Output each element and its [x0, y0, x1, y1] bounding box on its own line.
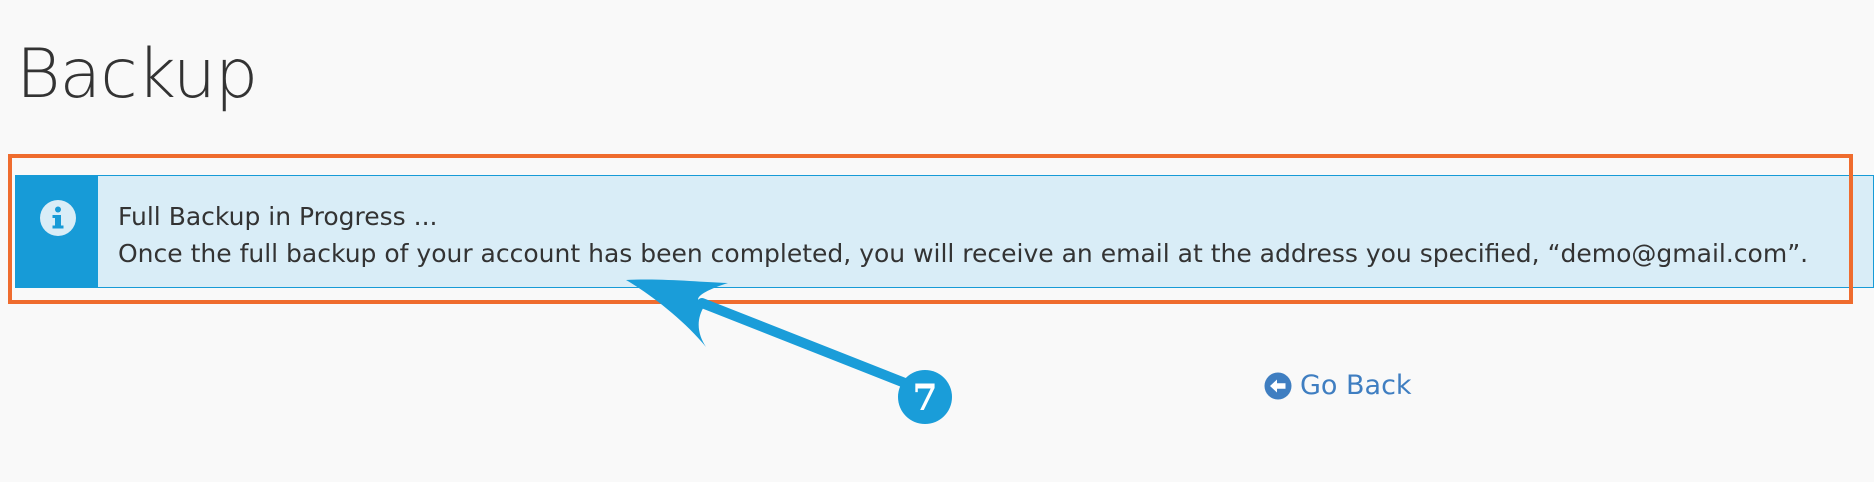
page-title: Backup: [16, 35, 258, 114]
go-back-label: Go Back: [1300, 370, 1412, 401]
page: Backup Full Backup in Progress ... Once …: [0, 0, 1874, 482]
arrow-circle-left-icon: [1264, 372, 1292, 399]
annotation-arrow-shaft: [697, 298, 915, 390]
go-back-link[interactable]: Go Back: [1264, 370, 1412, 401]
highlight-frame: [8, 154, 1853, 304]
step-badge-number: 7: [912, 377, 937, 419]
step-badge: [898, 370, 952, 424]
